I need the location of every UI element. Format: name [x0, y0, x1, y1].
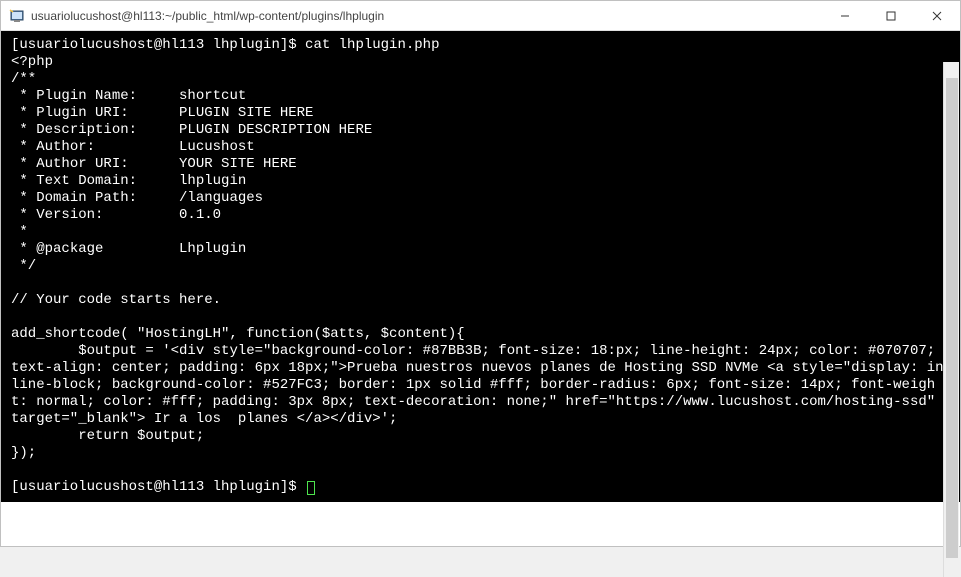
- close-button[interactable]: [914, 1, 960, 30]
- output-line: * Plugin Name: shortcut: [11, 88, 950, 105]
- output-line: * Author: Lucushost: [11, 139, 950, 156]
- output-line: add_shortcode( "HostingLH", function($at…: [11, 326, 950, 343]
- cursor: [307, 481, 315, 495]
- prompt-line: [usuariolucushost@hl113 lhplugin]$: [11, 479, 950, 496]
- output-line: $output = '<div style="background-color:…: [11, 343, 950, 428]
- titlebar[interactable]: usuariolucushost@hl113:~/public_html/wp-…: [1, 1, 960, 31]
- output-line: * @package Lhplugin: [11, 241, 950, 258]
- terminal-area[interactable]: [usuariolucushost@hl113 lhplugin]$ cat l…: [1, 31, 960, 502]
- output-line: /**: [11, 71, 950, 88]
- putty-window: usuariolucushost@hl113:~/public_html/wp-…: [0, 0, 961, 547]
- scroll-thumb[interactable]: [946, 78, 958, 558]
- vertical-scrollbar[interactable]: [943, 62, 959, 577]
- output-line: [11, 309, 950, 326]
- output-line: */: [11, 258, 950, 275]
- maximize-button[interactable]: [868, 1, 914, 30]
- output-line: <?php: [11, 54, 950, 71]
- window-controls: [822, 1, 960, 30]
- output-line: [11, 462, 950, 479]
- output-line: return $output;: [11, 428, 950, 445]
- output-line: *: [11, 224, 950, 241]
- output-line: * Author URI: YOUR SITE HERE: [11, 156, 950, 173]
- minimize-button[interactable]: [822, 1, 868, 30]
- window-title: usuariolucushost@hl113:~/public_html/wp-…: [31, 9, 822, 23]
- prompt-line: [usuariolucushost@hl113 lhplugin]$ cat l…: [11, 37, 950, 54]
- output-line: [11, 275, 950, 292]
- app-icon: [9, 8, 25, 24]
- output-line: * Description: PLUGIN DESCRIPTION HERE: [11, 122, 950, 139]
- output-line: * Text Domain: lhplugin: [11, 173, 950, 190]
- output-line: * Plugin URI: PLUGIN SITE HERE: [11, 105, 950, 122]
- output-line: * Domain Path: /languages: [11, 190, 950, 207]
- output-line: // Your code starts here.: [11, 292, 950, 309]
- output-line: });: [11, 445, 950, 462]
- output-line: * Version: 0.1.0: [11, 207, 950, 224]
